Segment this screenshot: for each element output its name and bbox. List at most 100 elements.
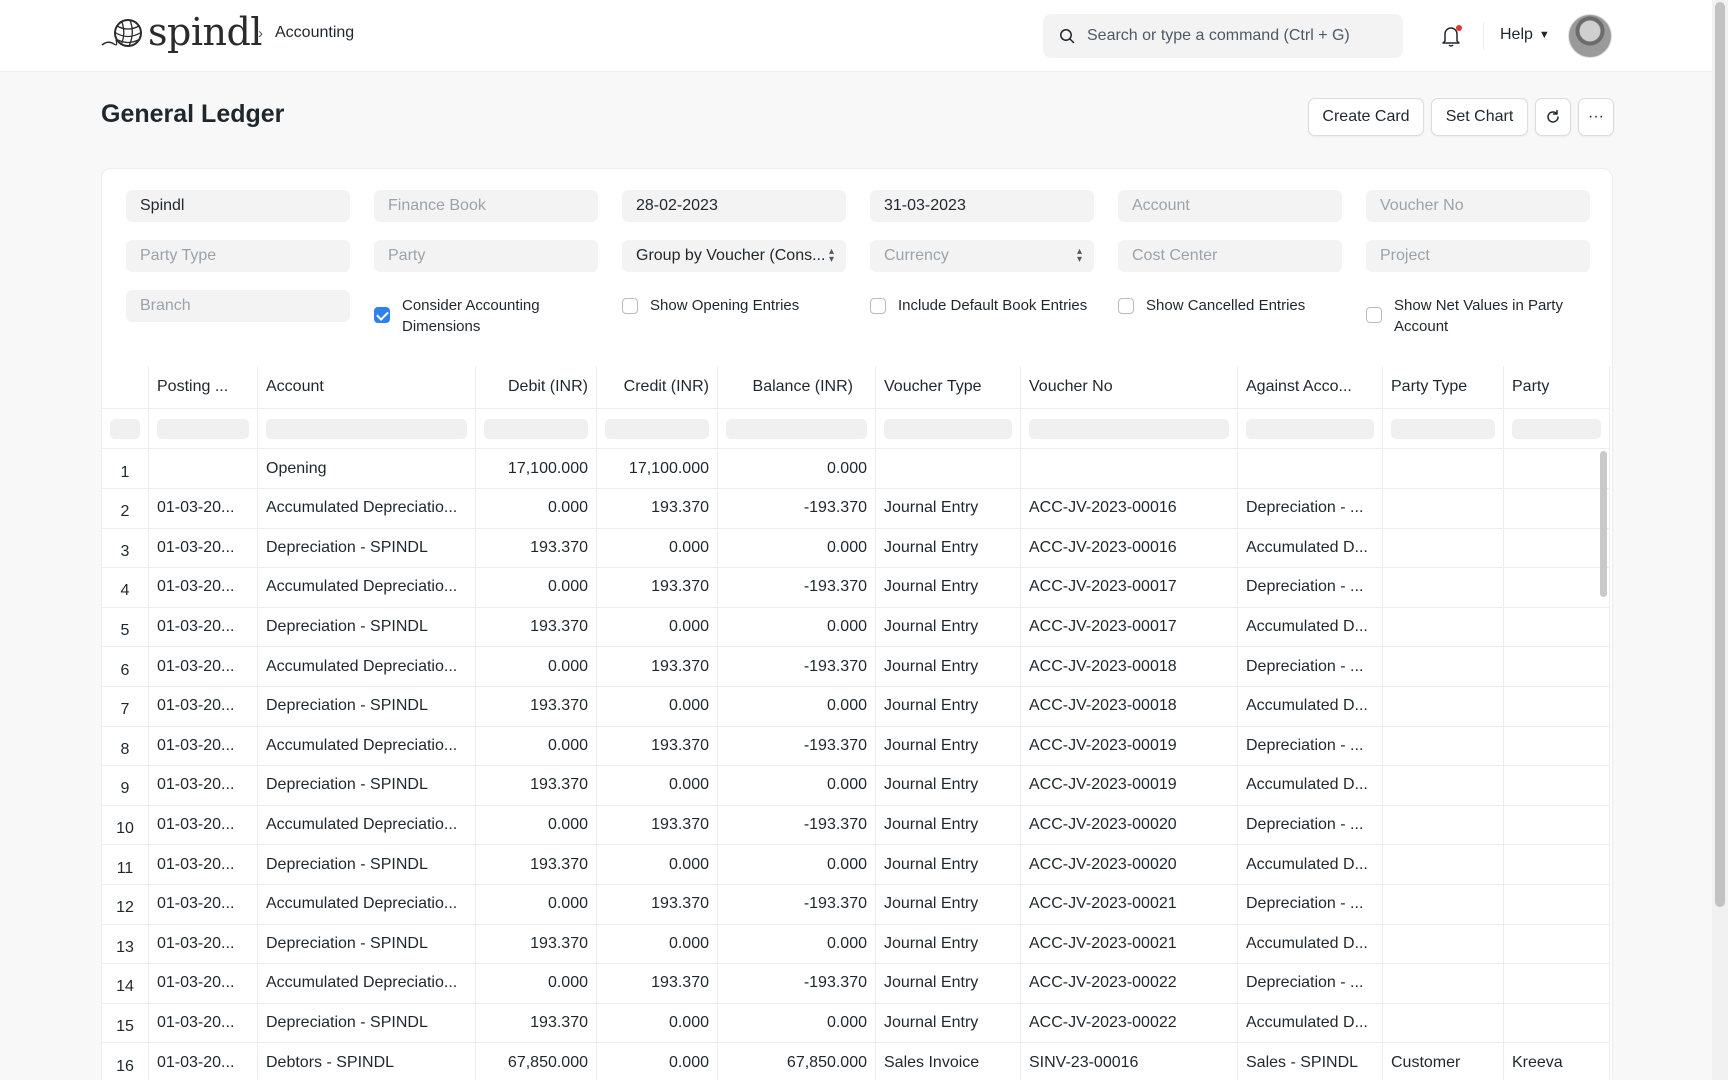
- cell-account[interactable]: Depreciation - SPINDL: [258, 765, 476, 805]
- cell-credit[interactable]: 0.000: [597, 607, 718, 647]
- table-row[interactable]: 12 01-03-20... Accumulated Depreciatio... 0…: [102, 884, 1610, 925]
- cell-party-type[interactable]: [1383, 567, 1504, 607]
- column-filter-row-index[interactable]: [102, 409, 149, 448]
- cell-balance[interactable]: -193.370: [718, 488, 876, 528]
- cell-voucher-type[interactable]: Journal Entry: [876, 1003, 1021, 1043]
- cell-posting-date[interactable]: 01-03-20...: [149, 726, 258, 766]
- column-filter-input[interactable]: [484, 418, 588, 439]
- cell-voucher-type[interactable]: Sales Invoice: [876, 1043, 1021, 1080]
- cell-party[interactable]: [1504, 884, 1610, 924]
- cell-credit[interactable]: 0.000: [597, 765, 718, 805]
- table-row[interactable]: 9 01-03-20... Depreciation - SPINDL 193.370…: [102, 765, 1610, 806]
- cell-voucher-type[interactable]: Journal Entry: [876, 884, 1021, 924]
- column-filter-input[interactable]: [1391, 418, 1495, 439]
- column-filter-input[interactable]: [884, 418, 1012, 439]
- cell-balance[interactable]: 67,850.000: [718, 1043, 876, 1080]
- show-opening-entries-checkbox[interactable]: Show Opening Entries: [622, 295, 799, 316]
- column-filter-input[interactable]: [1029, 418, 1229, 439]
- cell-debit[interactable]: 193.370: [476, 1003, 597, 1043]
- cell-credit[interactable]: 17,100.000: [597, 449, 718, 488]
- column-header-posting-date[interactable]: Posting ...: [149, 366, 258, 408]
- table-row[interactable]: 13 01-03-20... Depreciation - SPINDL 193.37…: [102, 924, 1610, 965]
- cell-debit[interactable]: 193.370: [476, 765, 597, 805]
- cell-credit[interactable]: 0.000: [597, 686, 718, 726]
- column-filter-input[interactable]: [266, 418, 467, 439]
- checkbox-box[interactable]: [622, 298, 638, 314]
- column-header-against-account[interactable]: Against Acco...: [1238, 366, 1383, 408]
- cell-account[interactable]: Depreciation - SPINDL: [258, 686, 476, 726]
- cell-account[interactable]: Depreciation - SPINDL: [258, 1003, 476, 1043]
- cell-voucher-no[interactable]: ACC-JV-2023-00022: [1021, 1003, 1238, 1043]
- table-row[interactable]: 16 01-03-20... Debtors - SPINDL 67,850.000 0…: [102, 1043, 1610, 1080]
- cell-voucher-type[interactable]: Journal Entry: [876, 686, 1021, 726]
- cell-party[interactable]: [1504, 686, 1610, 726]
- cell-against-account[interactable]: Depreciation - ...: [1238, 567, 1383, 607]
- cell-party[interactable]: Kreeva: [1504, 1043, 1610, 1080]
- column-filter-against-account[interactable]: [1238, 409, 1383, 448]
- cell-voucher-no[interactable]: ACC-JV-2023-00020: [1021, 805, 1238, 845]
- column-filter-input[interactable]: [605, 418, 709, 439]
- cell-posting-date[interactable]: 01-03-20...: [149, 607, 258, 647]
- from-date-filter[interactable]: 28-02-2023: [622, 190, 846, 222]
- cell-credit[interactable]: 193.370: [597, 963, 718, 1003]
- currency-select[interactable]: Currency ▴ ▾: [870, 240, 1094, 272]
- cell-party-type[interactable]: [1383, 528, 1504, 568]
- cell-voucher-type[interactable]: Journal Entry: [876, 765, 1021, 805]
- cell-voucher-no[interactable]: ACC-JV-2023-00022: [1021, 963, 1238, 1003]
- cell-against-account[interactable]: Accumulated D...: [1238, 924, 1383, 964]
- table-row[interactable]: 4 01-03-20... Accumulated Depreciatio... 0.…: [102, 567, 1610, 608]
- cell-debit[interactable]: 193.370: [476, 607, 597, 647]
- cell-debit[interactable]: 193.370: [476, 528, 597, 568]
- cell-voucher-no[interactable]: ACC-JV-2023-00018: [1021, 647, 1238, 686]
- cell-credit[interactable]: 0.000: [597, 845, 718, 884]
- checkbox-box[interactable]: [870, 298, 886, 314]
- cell-voucher-no[interactable]: ACC-JV-2023-00020: [1021, 845, 1238, 884]
- table-row[interactable]: 14 01-03-20... Accumulated Depreciatio... 0…: [102, 963, 1610, 1004]
- cell-posting-date[interactable]: 01-03-20...: [149, 567, 258, 607]
- cell-balance[interactable]: 0.000: [718, 528, 876, 568]
- cell-debit[interactable]: 0.000: [476, 647, 597, 686]
- column-filter-party[interactable]: [1504, 409, 1610, 448]
- cell-account[interactable]: Opening: [258, 449, 476, 488]
- cell-account[interactable]: Accumulated Depreciatio...: [258, 647, 476, 686]
- cell-voucher-type[interactable]: Journal Entry: [876, 726, 1021, 766]
- app-logo[interactable]: spindl: [100, 13, 262, 51]
- cell-party-type[interactable]: [1383, 726, 1504, 766]
- party-type-filter[interactable]: Party Type: [126, 240, 350, 272]
- cell-balance[interactable]: 0.000: [718, 686, 876, 726]
- cell-debit[interactable]: 0.000: [476, 805, 597, 845]
- column-filter-input[interactable]: [110, 418, 140, 439]
- cell-posting-date[interactable]: 01-03-20...: [149, 528, 258, 568]
- group-by-select[interactable]: Group by Voucher (Cons... ▴ ▾: [622, 240, 846, 272]
- cell-against-account[interactable]: Sales - SPINDL: [1238, 1043, 1383, 1080]
- table-scrollbar[interactable]: [1600, 451, 1607, 597]
- cost-center-filter[interactable]: Cost Center: [1118, 240, 1342, 272]
- cell-debit[interactable]: 0.000: [476, 884, 597, 924]
- cell-against-account[interactable]: Depreciation - ...: [1238, 963, 1383, 1003]
- column-filter-voucher-no[interactable]: [1021, 409, 1238, 448]
- cell-party-type[interactable]: [1383, 805, 1504, 845]
- cell-voucher-no[interactable]: [1021, 449, 1238, 488]
- cell-posting-date[interactable]: 01-03-20...: [149, 845, 258, 884]
- cell-account[interactable]: Debtors - SPINDL: [258, 1043, 476, 1080]
- cell-party[interactable]: [1504, 449, 1610, 488]
- party-filter[interactable]: Party: [374, 240, 598, 272]
- cell-debit[interactable]: 0.000: [476, 726, 597, 766]
- cell-voucher-no[interactable]: ACC-JV-2023-00021: [1021, 924, 1238, 964]
- table-row[interactable]: 11 01-03-20... Depreciation - SPINDL 193.37…: [102, 845, 1610, 885]
- cell-debit[interactable]: 67,850.000: [476, 1043, 597, 1080]
- column-filter-party-type[interactable]: [1383, 409, 1504, 448]
- breadcrumb-accounting[interactable]: Accounting: [275, 24, 354, 42]
- finance-book-filter[interactable]: Finance Book: [374, 190, 598, 222]
- search-input[interactable]: [1087, 27, 1387, 45]
- cell-party-type[interactable]: [1383, 488, 1504, 528]
- cell-balance[interactable]: -193.370: [718, 726, 876, 766]
- refresh-button[interactable]: [1535, 98, 1571, 136]
- cell-balance[interactable]: -193.370: [718, 567, 876, 607]
- column-header-party-type[interactable]: Party Type: [1383, 366, 1504, 408]
- cell-credit[interactable]: 193.370: [597, 726, 718, 766]
- cell-voucher-no[interactable]: ACC-JV-2023-00018: [1021, 686, 1238, 726]
- page-scrollbar-thumb[interactable]: [1715, 2, 1725, 907]
- show-net-values-checkbox[interactable]: Show Net Values in Party Account: [1366, 295, 1576, 337]
- cell-balance[interactable]: 0.000: [718, 449, 876, 488]
